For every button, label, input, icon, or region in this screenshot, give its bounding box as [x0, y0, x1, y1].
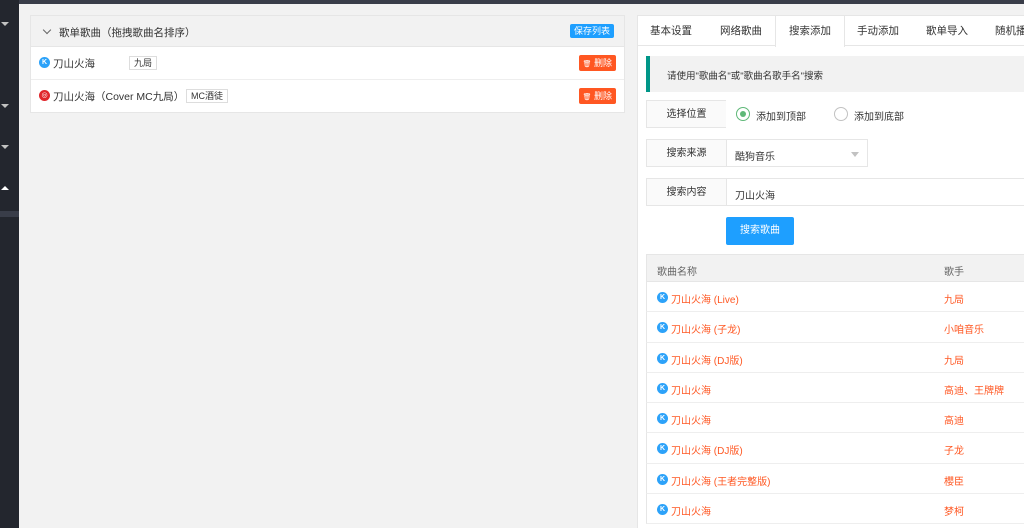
table-row[interactable]: K 刀山火海 高迪: [646, 403, 1024, 434]
search-hint-text: 请使用"歌曲名"或"歌曲名歌手名"搜索: [667, 71, 823, 82]
kugou-source-icon: K: [657, 443, 668, 455]
search-results-table: 歌曲名称 歌手 K 刀山火海 (Live) 九局 K 刀山火海 (子龙) 小咱音乐 K 刀山火…: [646, 254, 1024, 525]
save-playlist-button[interactable]: 保存列表: [569, 24, 614, 38]
radio-add-bottom[interactable]: [834, 107, 848, 121]
netease-source-icon: ◎: [39, 90, 50, 101]
search-content-value: 刀山火海: [735, 191, 775, 202]
result-song-name[interactable]: 刀山火海 (子龙): [671, 321, 740, 336]
menu-expand-icon[interactable]: [1, 22, 9, 26]
header-song-name: 歌曲名称: [657, 267, 697, 278]
result-song-name[interactable]: 刀山火海 (王者完整版): [671, 473, 770, 488]
kugou-source-icon: K: [657, 504, 668, 516]
result-singer[interactable]: 九局: [944, 291, 964, 306]
result-song-name[interactable]: 刀山火海 (DJ版): [671, 442, 743, 457]
tab-network-songs[interactable]: 网络歌曲: [720, 16, 762, 46]
kugou-source-icon: K: [657, 473, 668, 485]
position-label: 选择位置: [646, 100, 727, 128]
radio-add-top-label[interactable]: 添加到顶部: [756, 108, 806, 123]
source-label: 搜索来源: [646, 139, 727, 167]
table-row[interactable]: K 刀山火海 (DJ版) 九局: [646, 342, 1024, 373]
result-song-name[interactable]: 刀山火海 (DJ版): [671, 352, 743, 367]
source-select-value: 酷狗音乐: [735, 152, 775, 163]
menu-expand-icon[interactable]: [1, 145, 9, 149]
result-singer[interactable]: 高迪、王牌牌: [944, 382, 1004, 397]
sidebar-active-item[interactable]: [0, 211, 19, 217]
result-singer[interactable]: 櫻臣: [944, 473, 964, 488]
kugou-source-icon: K: [657, 322, 668, 334]
position-radio-group: 添加到顶部 添加到底部: [726, 100, 1024, 128]
kugou-source-icon: K: [657, 352, 668, 364]
radio-add-bottom-label[interactable]: 添加到底部: [854, 108, 904, 123]
singer-tag: 九局: [129, 56, 158, 70]
position-form-row: 选择位置 添加到顶部 添加到底部: [646, 100, 1024, 128]
source-select[interactable]: 酷狗音乐: [726, 139, 868, 167]
content-label: 搜索内容: [646, 178, 727, 206]
content-form-row: 搜索内容 刀山火海: [646, 178, 1024, 206]
playlist-song-row[interactable]: ◎ 刀山火海（Cover MC九局） MC酒徒 🗑 删除: [31, 80, 624, 113]
tab-random-play[interactable]: 随机播: [995, 16, 1024, 46]
search-content-input[interactable]: 刀山火海: [726, 178, 1024, 206]
song-name[interactable]: 刀山火海（Cover MC九局）: [53, 89, 184, 104]
kugou-source-icon: K: [657, 413, 668, 425]
delete-song-button[interactable]: 🗑 删除: [578, 55, 616, 71]
result-singer[interactable]: 梦柯: [944, 503, 964, 518]
playlist-panel: 歌单歌曲（拖拽歌曲名排序） 保存列表 K 刀山火海 九局 🗑 删除 ◎ 刀山火海…: [30, 15, 625, 113]
chevron-down-icon[interactable]: [42, 25, 52, 35]
playlist-song-row[interactable]: K 刀山火海 九局 🗑 删除: [31, 47, 624, 80]
trash-icon: 🗑: [582, 94, 592, 101]
trash-icon: 🗑: [582, 61, 592, 68]
search-songs-button[interactable]: 搜索歌曲: [726, 217, 794, 245]
tab-search-add[interactable]: 搜索添加: [775, 16, 845, 47]
table-header: 歌曲名称 歌手: [646, 254, 1024, 282]
kugou-source-icon: K: [657, 382, 668, 394]
search-hint-notice: 请使用"歌曲名"或"歌曲名歌手名"搜索: [646, 56, 1024, 92]
result-song-name[interactable]: 刀山火海: [671, 412, 711, 427]
table-row[interactable]: K 刀山火海 高迪、王牌牌: [646, 372, 1024, 404]
delete-song-button[interactable]: 🗑 删除: [578, 88, 616, 104]
top-header-bar: [19, 0, 1024, 4]
tab-manual-add[interactable]: 手动添加: [857, 16, 899, 46]
table-row[interactable]: K 刀山火海 梦柯: [646, 494, 1024, 525]
radio-add-top[interactable]: [736, 107, 750, 121]
song-settings-panel: 基本设置 网络歌曲 搜索添加 手动添加 歌单导入 随机播 请使用"歌曲名"或"歌…: [637, 15, 1024, 528]
tab-basic-settings[interactable]: 基本设置: [650, 16, 692, 46]
chevron-down-icon: [851, 152, 859, 157]
result-singer[interactable]: 九局: [944, 352, 964, 367]
menu-expand-icon[interactable]: [1, 104, 9, 108]
delete-label: 删除: [593, 58, 612, 68]
playlist-panel-header[interactable]: 歌单歌曲（拖拽歌曲名排序） 保存列表: [31, 16, 624, 47]
table-row[interactable]: K 刀山火海 (Live) 九局: [646, 282, 1024, 313]
source-form-row: 搜索来源 酷狗音乐: [646, 139, 868, 167]
table-row[interactable]: K 刀山火海 (王者完整版) 櫻臣: [646, 463, 1024, 495]
result-song-name[interactable]: 刀山火海 (Live): [671, 291, 739, 306]
result-singer[interactable]: 小咱音乐: [944, 321, 984, 336]
settings-tabs: 基本设置 网络歌曲 搜索添加 手动添加 歌单导入 随机播: [638, 16, 1024, 47]
kugou-source-icon: K: [657, 292, 668, 303]
playlist-title: 歌单歌曲（拖拽歌曲名排序）: [59, 27, 196, 39]
result-song-name[interactable]: 刀山火海: [671, 382, 711, 397]
table-row[interactable]: K 刀山火海 (DJ版) 子龙: [646, 433, 1024, 464]
singer-tag: MC酒徒: [186, 89, 228, 103]
delete-label: 删除: [593, 91, 612, 101]
menu-collapse-icon[interactable]: [1, 186, 9, 190]
tab-playlist-import[interactable]: 歌单导入: [926, 16, 968, 46]
header-singer: 歌手: [944, 267, 964, 278]
result-song-name[interactable]: 刀山火海: [671, 503, 711, 518]
kugou-source-icon: K: [39, 57, 50, 68]
admin-sidebar: [0, 0, 19, 528]
result-singer[interactable]: 高迪: [944, 412, 964, 427]
table-row[interactable]: K 刀山火海 (子龙) 小咱音乐: [646, 312, 1024, 343]
result-singer[interactable]: 子龙: [944, 442, 964, 457]
song-name[interactable]: 刀山火海: [53, 56, 95, 71]
